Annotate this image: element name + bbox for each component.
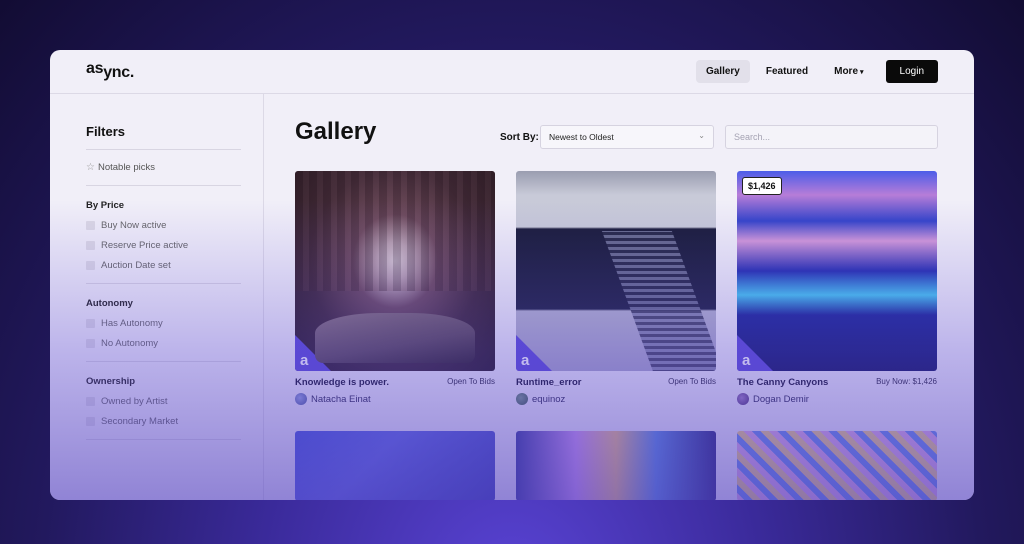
artwork-image[interactable]: a (516, 171, 716, 371)
artwork-image[interactable] (295, 431, 495, 500)
checkbox[interactable] (86, 241, 95, 250)
artwork-grid: a Knowledge is power. Open To Bids Natac… (295, 171, 937, 500)
filter-label: Secondary Market (101, 416, 179, 427)
filter-group-autonomy: Autonomy Has Autonomy No Autonomy (86, 284, 241, 362)
avatar (737, 393, 749, 405)
artwork-status: Open To Bids (668, 377, 716, 386)
filter-group-ownership: Ownership Owned by Artist Secondary Mark… (86, 362, 241, 440)
artwork-card[interactable] (295, 431, 495, 500)
chevron-down-icon: ⌄ (698, 131, 705, 140)
filter-label: Auction Date set (101, 260, 171, 271)
artwork-image[interactable]: $1,426 a (737, 171, 937, 371)
async-logo[interactable]: async. (86, 60, 135, 81)
artwork-status: Open To Bids (447, 377, 495, 386)
filter-label: Has Autonomy (101, 318, 163, 329)
search-input[interactable] (725, 125, 938, 149)
page-title: Gallery (295, 118, 377, 145)
artwork-card[interactable] (737, 431, 937, 500)
login-button[interactable]: Login (885, 60, 938, 83)
artwork-title[interactable]: Runtime_error (516, 377, 581, 388)
artwork-title[interactable]: Knowledge is power. (295, 377, 389, 388)
artwork-image[interactable] (737, 431, 937, 500)
async-mark-icon: a (521, 352, 530, 369)
checkbox[interactable] (86, 397, 95, 406)
filter-secondary-market[interactable]: Secondary Market (86, 416, 241, 427)
filter-auction-date[interactable]: Auction Date set (86, 260, 241, 271)
app-window: async. Gallery Featured More ▾ Login Filt… (50, 50, 974, 500)
artwork-card[interactable]: $1,426 a The Canny Canyons Buy Now: $1,4… (737, 171, 937, 405)
sort-value: Newest to Oldest (549, 132, 614, 142)
filter-label: Reserve Price active (101, 240, 189, 251)
filter-group-title: By Price (86, 200, 125, 211)
filters-title: Filters (86, 124, 241, 150)
filters-sidebar: Filters ☆ Notable picks By Price Buy Now… (50, 94, 264, 500)
artwork-image[interactable] (516, 431, 716, 500)
checkbox[interactable] (86, 319, 95, 328)
top-navbar: async. Gallery Featured More ▾ Login (50, 50, 974, 94)
filter-label: Owned by Artist (101, 396, 168, 407)
filter-label: No Autonomy (101, 338, 159, 349)
artist-link[interactable]: Natacha Einat (295, 393, 495, 405)
artwork-card[interactable] (516, 431, 716, 500)
filter-has-autonomy[interactable]: Has Autonomy (86, 318, 241, 329)
filter-reserve-price[interactable]: Reserve Price active (86, 240, 241, 251)
checkbox[interactable] (86, 339, 95, 348)
notable-picks-label: Notable picks (97, 162, 155, 173)
avatar (295, 393, 307, 405)
filter-no-autonomy[interactable]: No Autonomy (86, 338, 241, 349)
price-badge: $1,426 (742, 177, 782, 195)
avatar (516, 393, 528, 405)
notable-picks-toggle[interactable]: ☆ Notable picks (86, 150, 241, 186)
nav-more[interactable]: More ▾ (824, 60, 873, 83)
caret-down-icon: ▾ (860, 69, 864, 76)
artist-name: Dogan Demir (753, 393, 809, 405)
filter-group-title: Ownership (86, 376, 136, 387)
artist-name: Natacha Einat (311, 393, 371, 405)
sort-select[interactable]: Newest to Oldest ⌄ (540, 125, 714, 149)
nav-menu: Gallery Featured More ▾ Login (695, 60, 938, 83)
artwork-card[interactable]: a Knowledge is power. Open To Bids Natac… (295, 171, 495, 405)
artwork-image[interactable]: a (295, 171, 495, 371)
artwork-card[interactable]: a Runtime_error Open To Bids equinoz (516, 171, 716, 405)
nav-featured[interactable]: Featured (756, 60, 818, 83)
logo-text-bottom: ync. (103, 64, 135, 81)
checkbox[interactable] (86, 261, 95, 270)
filter-label: Buy Now active (101, 220, 167, 231)
filter-buy-now[interactable]: Buy Now active (86, 220, 241, 231)
async-mark-icon: a (742, 352, 751, 369)
sort-label: Sort By: (500, 132, 539, 143)
artwork-title[interactable]: The Canny Canyons (737, 377, 828, 388)
filter-group-title: Autonomy (86, 298, 133, 309)
artist-link[interactable]: equinoz (516, 393, 716, 405)
checkbox[interactable] (86, 417, 95, 426)
checkbox[interactable] (86, 221, 95, 230)
artwork-status: Buy Now: $1,426 (876, 377, 937, 386)
filter-owned-by-artist[interactable]: Owned by Artist (86, 396, 241, 407)
nav-gallery[interactable]: Gallery (695, 60, 750, 83)
star-icon: ☆ (86, 162, 95, 173)
gallery-main: Gallery Sort By: Newest to Oldest ⌄ a Kn… (265, 94, 974, 500)
filter-group-price: By Price Buy Now active Reserve Price ac… (86, 186, 241, 284)
async-mark-icon: a (300, 352, 309, 369)
nav-more-label: More (834, 66, 859, 77)
artist-name: equinoz (532, 393, 566, 405)
artist-link[interactable]: Dogan Demir (737, 393, 937, 405)
logo-text-top: as (86, 60, 104, 77)
